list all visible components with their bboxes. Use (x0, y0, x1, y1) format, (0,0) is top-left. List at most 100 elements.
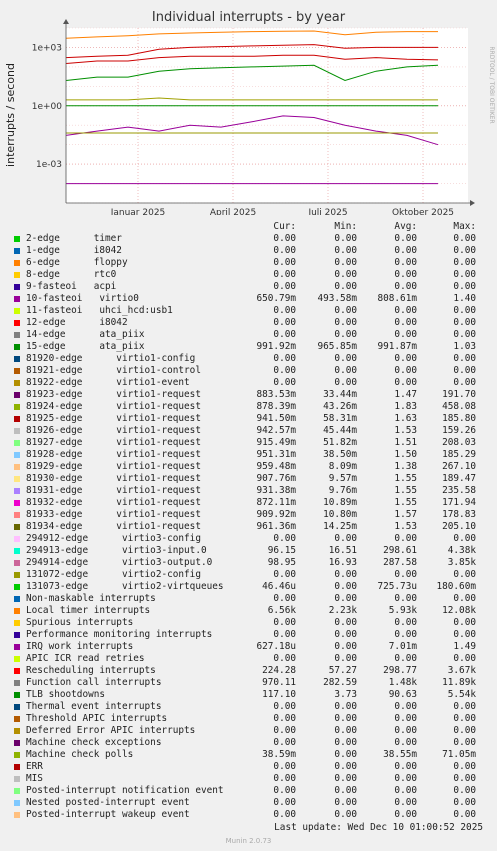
legend-swatch (14, 344, 20, 350)
legend-row: Posted-interrupt notification event 0.00 0… (12, 785, 492, 797)
legend-label: Nested posted-interrupt event (26, 797, 190, 808)
legend-cur: 0.00 (273, 245, 296, 256)
x-tick-label: April 2025 (210, 208, 256, 215)
legend-swatch (14, 788, 20, 794)
legend-min: 58.31m (323, 413, 357, 424)
legend-max: 180.60m (436, 581, 476, 592)
legend-max: 1.40 (453, 293, 476, 304)
legend-avg: 0.00 (394, 353, 417, 364)
legend-label: MIS (26, 773, 43, 784)
legend-cur: 0.00 (273, 353, 296, 364)
legend-label: 10-fasteoi virtio0 (26, 293, 139, 304)
legend-avg: 725.73u (377, 581, 417, 592)
legend-label: 294914-edge virtio3-output.0 (26, 557, 213, 568)
legend-min: 0.00 (334, 653, 357, 664)
legend-row: 81920-edge virtio1-config 0.00 0.00 0.00 0.0… (12, 353, 492, 365)
legend-label: 6-edge floppy (26, 257, 128, 268)
legend-max: 189.47 (442, 473, 476, 484)
legend-swatch (14, 812, 20, 818)
legend-min: 33.44m (323, 389, 357, 400)
legend-row: APIC ICR read retries 0.00 0.00 0.00 0.00 (12, 653, 492, 665)
legend-max: 4.38k (447, 545, 476, 556)
legend-row: Performance monitoring interrupts 0.00 0.0… (12, 629, 492, 641)
legend-cur: 0.00 (273, 257, 296, 268)
legend-swatch (14, 380, 20, 386)
legend-cur: 224.28 (262, 665, 296, 676)
legend-cur: 959.48m (256, 461, 296, 472)
legend-min: 0.00 (334, 725, 357, 736)
legend-max: 5.54k (447, 689, 476, 700)
header-avg: Avg: (394, 221, 417, 232)
legend-max: 12.08k (442, 605, 476, 616)
legend-cur: 0.00 (273, 713, 296, 724)
legend-swatch (14, 404, 20, 410)
legend-swatch (14, 644, 20, 650)
y-axis-arrow (63, 19, 69, 24)
legend-label: Posted-interrupt notification event (26, 785, 224, 796)
legend-min: 0.00 (334, 317, 357, 328)
legend-avg: 7.01m (388, 641, 417, 652)
legend-cur: 931.38m (256, 485, 296, 496)
legend-cur: 0.00 (273, 305, 296, 316)
legend-max: 0.00 (453, 269, 476, 280)
legend-row: 12-edge i8042 0.00 0.00 0.00 0.00 (12, 317, 492, 329)
legend-max: 0.00 (453, 305, 476, 316)
legend-label: ERR (26, 761, 43, 772)
legend-row: 81934-edge virtio1-request 961.36m 14.25m 1… (12, 521, 492, 533)
legend-swatch (14, 284, 20, 290)
legend-label: Rescheduling interrupts (26, 665, 156, 676)
legend-min: 45.44m (323, 425, 357, 436)
plot-background (66, 28, 468, 203)
legend-swatch (14, 548, 20, 554)
legend-avg: 0.00 (394, 329, 417, 340)
legend-swatch (14, 272, 20, 278)
legend-label: 131073-edge virtio2-virtqueues (26, 581, 224, 592)
legend-swatch (14, 332, 20, 338)
legend-label: 2-edge timer (26, 233, 122, 244)
legend-cur: 941.50m (256, 413, 296, 424)
legend-swatch (14, 512, 20, 518)
legend-avg: 1.53 (394, 425, 417, 436)
legend-row: 81929-edge virtio1-request 959.48m 8.09m 1.… (12, 461, 492, 473)
legend-cur: 0.00 (273, 377, 296, 388)
legend-min: 9.57m (328, 473, 357, 484)
legend-max: 1.49 (453, 641, 476, 652)
legend-avg: 0.00 (394, 725, 417, 736)
legend-label: 8-edge rtc0 (26, 269, 117, 280)
legend-swatch (14, 524, 20, 530)
legend-label: 11-fasteoi uhci_hcd:usb1 (26, 305, 173, 316)
legend-min: 0.00 (334, 329, 357, 340)
legend-max: 267.10 (442, 461, 476, 472)
legend-cur: 38.59m (262, 749, 296, 760)
legend-label: Local timer interrupts (26, 605, 151, 616)
y-tick-label: 1e-03 (36, 160, 62, 170)
legend-avg: 298.61 (383, 545, 417, 556)
legend-cur: 970.11 (262, 677, 296, 688)
legend-row: 81927-edge virtio1-request 915.49m 51.82m 1… (12, 437, 492, 449)
legend-label: 1-edge i8042 (26, 245, 122, 256)
legend-row: MIS 0.00 0.00 0.00 0.00 (12, 773, 492, 785)
legend-swatch (14, 428, 20, 434)
legend-label: Machine check polls (26, 749, 134, 760)
legend-min: 0.00 (334, 701, 357, 712)
legend-avg: 1.38 (394, 461, 417, 472)
legend-max: 0.00 (453, 569, 476, 580)
legend-min: 0.00 (334, 617, 357, 628)
legend-label: 81931-edge virtio1-request (26, 485, 201, 496)
legend-max: 0.00 (453, 653, 476, 664)
legend-min: 0.00 (334, 629, 357, 640)
legend-label: 81928-edge virtio1-request (26, 449, 201, 460)
legend-swatch (14, 620, 20, 626)
legend-cur: 0.00 (273, 269, 296, 280)
legend-min: 10.80m (323, 509, 357, 520)
legend-swatch (14, 500, 20, 506)
legend-label: Performance monitoring interrupts (26, 629, 213, 640)
legend-min: 0.00 (334, 713, 357, 724)
legend-swatch (14, 464, 20, 470)
legend-row: Deferred Error APIC interrupts 0.00 0.00 0.… (12, 725, 492, 737)
legend-label: 15-edge ata_piix (26, 341, 145, 352)
legend-min: 0.00 (334, 773, 357, 784)
legend-swatch (14, 488, 20, 494)
legend-min: 9.76m (328, 485, 357, 496)
legend-avg: 1.47 (394, 389, 417, 400)
